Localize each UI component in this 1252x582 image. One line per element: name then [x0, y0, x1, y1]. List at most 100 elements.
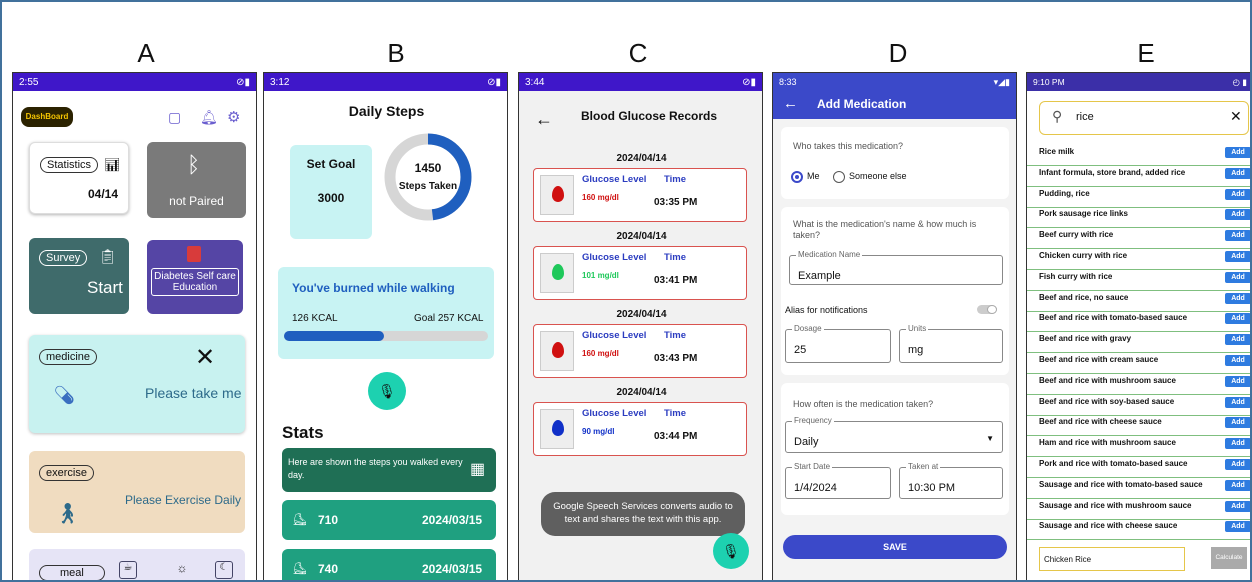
glucose-time: 03:35 PM — [654, 197, 698, 208]
drop-icon — [540, 175, 574, 215]
glucose-time: 03:41 PM — [654, 275, 698, 286]
phone-b: 3:12 ⊘▮ Daily Steps Set Goal 3000 1450 St… — [263, 72, 508, 580]
glucose-time: 03:44 PM — [654, 431, 698, 442]
signal-icon: ◴ ▮ — [1232, 76, 1247, 87]
steps-taken-label: Steps Taken — [398, 181, 458, 192]
clipboard-icon: 📋︎ — [99, 248, 117, 264]
glucose-record-card[interactable]: Glucose Level Time 90 mg/dl 03:44 PM — [533, 402, 747, 456]
add-button[interactable]: Add — [1225, 479, 1250, 491]
often-question: How often is the medication taken? — [793, 399, 934, 409]
glucose-record-card[interactable]: Glucose Level Time 160 mg/dl 03:43 PM — [533, 324, 747, 378]
not-paired-label: not Paired — [169, 194, 224, 208]
breakfast-icon[interactable]: ☕︎ — [119, 561, 137, 579]
search-bar[interactable]: ⚲ rice ✕ — [1039, 101, 1249, 135]
gear-icon[interactable]: ⚙ — [227, 108, 240, 126]
add-button[interactable]: Add — [1225, 313, 1250, 325]
food-item: Ham and rice with mushroom sauce Add — [1027, 436, 1250, 458]
glucose-record-card[interactable]: Glucose Level Time 160 mg/dl 03:35 PM — [533, 168, 747, 222]
start-label: Start — [87, 278, 123, 297]
add-button[interactable]: Add — [1225, 188, 1250, 200]
alias-toggle[interactable] — [977, 305, 997, 314]
record-date: 2024/04/14 — [616, 231, 667, 242]
add-button[interactable]: Add — [1225, 292, 1250, 304]
statistics-card[interactable]: Statistics 📊︎ 04/14 — [29, 142, 129, 214]
dosage-field[interactable]: Dosage 25 — [785, 324, 891, 363]
start-date-field[interactable]: Start Date 1/4/2024 — [785, 462, 891, 499]
glucose-value: 90 mg/dl — [582, 427, 615, 436]
add-button[interactable]: Add — [1225, 355, 1250, 366]
food-name: Beef and rice with soy-based sauce — [1039, 396, 1175, 406]
bell-icon[interactable]: 🔔︎ — [200, 109, 218, 126]
steps-row[interactable]: ⛸︎ 710 2024/03/15 — [282, 500, 496, 540]
survey-pill: Survey — [39, 250, 88, 266]
food-item: Beef and rice with gravy Add — [1027, 332, 1250, 354]
food-name: Pork and rice with tomato-based sauce — [1039, 459, 1188, 468]
add-button[interactable]: Add — [1225, 459, 1250, 470]
steps-row[interactable]: ⛸︎ 740 2024/03/15 — [282, 549, 496, 580]
add-button[interactable]: Add — [1225, 375, 1250, 387]
status-time: 3:12 — [270, 76, 290, 88]
add-button[interactable]: Add — [1225, 209, 1250, 221]
add-button[interactable]: Add — [1225, 396, 1250, 408]
field-label: Units — [906, 324, 929, 333]
food-item: Beef and rice, no sauce Add — [1027, 291, 1250, 312]
dashboard-button[interactable]: DashBoard — [21, 107, 73, 127]
row-date: 2024/03/15 — [422, 562, 483, 576]
goal-card[interactable]: Set Goal 3000 — [290, 145, 372, 239]
search-input[interactable]: rice — [1076, 111, 1094, 123]
food-name: Beef and rice with cream sauce — [1039, 355, 1159, 364]
medication-name-field[interactable]: Medication Name Example — [789, 250, 1003, 285]
calculate-button[interactable]: Calculate — [1211, 547, 1247, 569]
glucose-record-card[interactable]: Glucose Level Time 101 mg/dl 03:41 PM — [533, 246, 747, 300]
field-label: Dosage — [792, 324, 824, 333]
night-icon[interactable]: ☾ — [215, 561, 233, 579]
back-arrow-icon[interactable]: ← — [535, 109, 553, 130]
selected-food-input[interactable]: Chicken Rice — [1039, 547, 1185, 571]
food-name: Rice milk — [1039, 147, 1075, 156]
radio-someone[interactable] — [833, 171, 845, 183]
add-button[interactable]: Add — [1225, 167, 1250, 179]
add-button[interactable]: Add — [1225, 251, 1250, 262]
meal-card[interactable]: meal ☕︎ ☼ ☾ — [29, 549, 245, 580]
add-button[interactable]: Add — [1225, 417, 1250, 429]
status-bar: 8:33 ▾◢▮ — [773, 73, 1016, 91]
info-text: Here are shown the steps you walked ever… — [288, 457, 463, 480]
education-card[interactable]: Diabetes Self care Education — [147, 240, 243, 314]
food-name: Sausage and rice with cheese sauce — [1039, 521, 1178, 531]
food-name: Beef and rice with mushroom sauce — [1039, 375, 1176, 385]
food-name: Pudding, rice — [1039, 188, 1090, 198]
save-button[interactable]: SAVE — [783, 535, 1007, 559]
drop-icon — [540, 331, 574, 371]
food-item: Infant formula, store brand, added rice A… — [1027, 166, 1250, 187]
add-button[interactable]: Add — [1225, 334, 1250, 346]
status-time: 9:10 PM — [1033, 77, 1065, 87]
education-label: Diabetes Self care Education — [151, 268, 239, 296]
add-button[interactable]: Add — [1225, 271, 1250, 283]
mic-button[interactable]: 🎙︎ — [713, 533, 749, 569]
book-icon[interactable]: ▢ — [168, 109, 181, 126]
signal-icon: ▾◢▮ — [993, 76, 1010, 87]
add-button[interactable]: Add — [1225, 521, 1250, 533]
clear-icon[interactable]: ✕ — [1230, 108, 1242, 125]
radio-me[interactable] — [791, 171, 803, 183]
glucose-time: 03:43 PM — [654, 353, 698, 364]
record-date: 2024/04/14 — [616, 387, 667, 398]
add-button[interactable]: Add — [1225, 438, 1250, 450]
mic-button[interactable]: 🎙︎ — [368, 372, 406, 410]
frequency-select[interactable]: Frequency Daily ▼ — [785, 416, 1003, 453]
close-icon[interactable]: ✕ — [195, 343, 215, 372]
add-button[interactable]: Add — [1225, 147, 1250, 158]
back-arrow-icon[interactable]: ← — [783, 95, 798, 112]
add-button[interactable]: Add — [1225, 230, 1250, 242]
bluetooth-card[interactable]: ᛒ not Paired — [147, 142, 246, 218]
exercise-card[interactable]: exercise 🚶︎ Please Exercise Daily — [29, 451, 245, 533]
units-field[interactable]: Units mg — [899, 324, 1003, 363]
chart-icon: 📊︎ — [104, 157, 121, 172]
field-label: Medication Name — [796, 250, 863, 259]
survey-card[interactable]: Survey 📋︎ Start — [29, 238, 129, 314]
add-button[interactable]: Add — [1225, 500, 1250, 512]
taken-at-field[interactable]: Taken at 10:30 PM — [899, 462, 1003, 499]
phone-c: 3:44 ⊘▮ ← Blood Glucose Records 2024/04/1… — [518, 72, 763, 580]
medicine-card[interactable]: medicine ✕ 💊︎ Please take me — [29, 335, 245, 433]
sun-icon[interactable]: ☼ — [173, 561, 191, 579]
